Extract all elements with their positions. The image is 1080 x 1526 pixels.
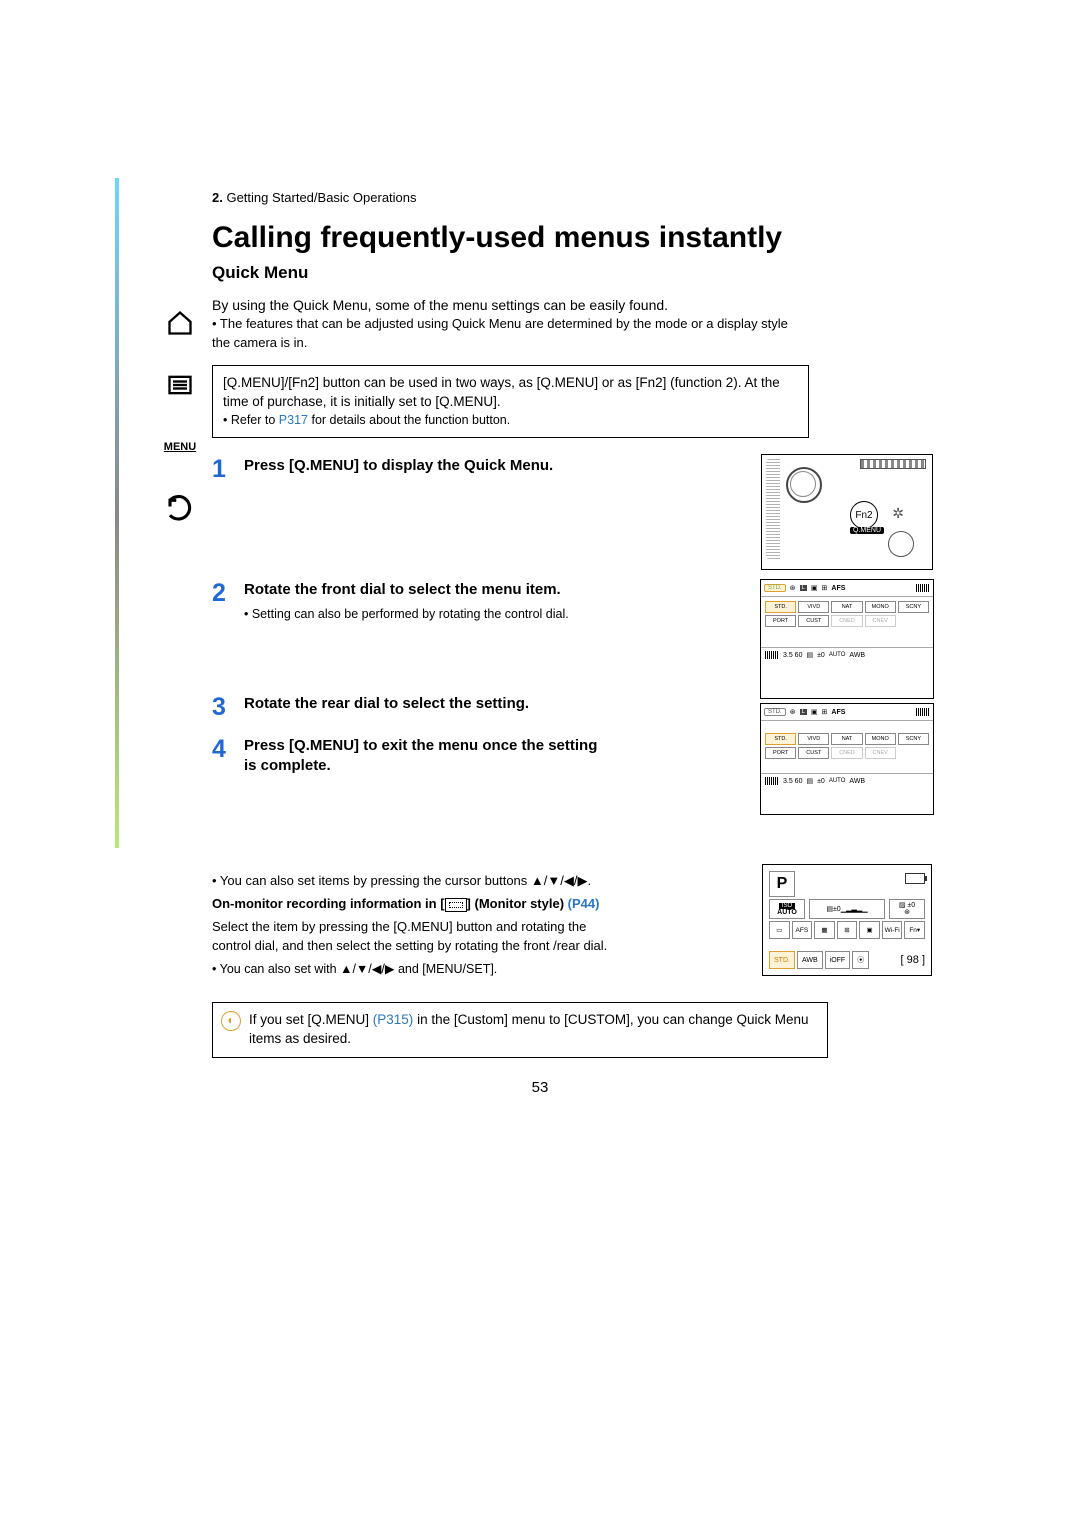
monitor-heading-pre: On-monitor recording information in [	[212, 896, 445, 911]
info-ref-prefix: • Refer to	[223, 413, 279, 427]
screen-diagram-settings: STD. ⊛L▣⊞ AFS STD. VIVD NAT MONO SCNY PO…	[760, 703, 934, 815]
lightbulb-icon: ◐	[221, 1011, 241, 1031]
step-3: 3 Rotate the rear dial to select the set…	[212, 694, 802, 722]
additional-info: • You can also set items by pressing the…	[212, 872, 617, 978]
info-ref-suffix: for details about the function button.	[308, 413, 510, 427]
step-2-note: • Setting can also be performed by rotat…	[244, 607, 802, 621]
intro-block: By using the Quick Menu, some of the men…	[212, 295, 802, 353]
tip-pre: If you set [Q.MENU]	[249, 1012, 373, 1027]
fn2-button-label: Fn2	[850, 501, 878, 529]
step-1: 1 Press [Q.MENU] to display the Quick Me…	[212, 456, 802, 566]
mode-p-icon: P	[769, 871, 795, 897]
qmenu-label: Q.MENU	[850, 527, 884, 534]
home-icon[interactable]	[157, 300, 203, 346]
step-4-number: 4	[212, 736, 234, 764]
breadcrumb-text: Getting Started/Basic Operations	[226, 190, 416, 205]
arrow-glyphs: ▲/▼/◀/▶	[531, 873, 588, 888]
step-1-number: 1	[212, 456, 234, 484]
monitor-style-icon	[445, 898, 467, 912]
step-1-title: Press [Q.MENU] to display the Quick Menu…	[244, 456, 624, 476]
page-number: 53	[0, 1079, 1080, 1096]
shots-remaining: 98	[907, 954, 919, 966]
page-ref-link-p317[interactable]: P317	[279, 413, 308, 427]
monitor-style-diagram: P ISO AUTO ▤ ±0 ▁▂▃▂▁ ▨ ±0 ⊛ ▭ AFS ▦ ⊞ ▣…	[762, 864, 932, 976]
screen-diagram-topitems: STD. ⊛L▣⊞ AFS STD. VIVD NAT MONO SCNY PO…	[760, 579, 934, 699]
style-grid-2: STD. VIVD NAT MONO SCNY PORT CUST CNED C…	[761, 729, 933, 763]
step-2-title: Rotate the front dial to select the menu…	[244, 580, 624, 600]
menuset-note-post: and [MENU/SET].	[394, 962, 497, 976]
step-2-number: 2	[212, 580, 234, 608]
page-ref-link-p44[interactable]: (P44)	[568, 896, 600, 911]
back-icon[interactable]	[157, 486, 203, 532]
step-3-number: 3	[212, 694, 234, 722]
camera-diagram: Fn2 Q.MENU ✲	[761, 454, 933, 570]
breadcrumb-number: 2.	[212, 190, 223, 205]
gear-icon: ✲	[892, 505, 904, 522]
intro-line: By using the Quick Menu, some of the men…	[212, 297, 668, 313]
step-3-title: Rotate the rear dial to select the setti…	[244, 694, 614, 714]
sd1-afs: AFS	[831, 585, 845, 592]
intro-bullet: • The features that can be adjusted usin…	[212, 315, 802, 353]
menuset-note-pre: • You can also set with	[212, 962, 340, 976]
breadcrumb: 2. Getting Started/Basic Operations	[212, 190, 802, 205]
list-icon[interactable]	[157, 362, 203, 408]
cursor-note-pre: • You can also set items by pressing the…	[212, 873, 531, 888]
step-4-title: Press [Q.MENU] to exit the menu once the…	[244, 736, 614, 777]
step-4: 4 Press [Q.MENU] to exit the menu once t…	[212, 736, 802, 777]
arrow-glyphs-2: ▲/▼/◀/▶	[340, 962, 394, 976]
page-subtitle: Quick Menu	[212, 263, 802, 283]
cursor-note-post: .	[587, 873, 591, 888]
page-title: Calling frequently-used menus instantly	[212, 221, 802, 255]
page-ref-link-p315[interactable]: (P315)	[373, 1012, 414, 1027]
sd1-highlight: STD.	[764, 584, 786, 592]
battery-icon	[905, 873, 925, 884]
monitor-heading-post: ] (Monitor style)	[467, 896, 568, 911]
steps-list: 1 Press [Q.MENU] to display the Quick Me…	[212, 456, 802, 776]
menu-button[interactable]: MENU	[157, 424, 203, 470]
step-2: 2 Rotate the front dial to select the me…	[212, 580, 802, 680]
sidebar-nav: MENU	[155, 300, 205, 532]
monitor-body: Select the item by pressing the [Q.MENU]…	[212, 918, 617, 956]
style-grid-1: STD. VIVD NAT MONO SCNY PORT CUST CNED C…	[761, 597, 933, 631]
info-box-line1: [Q.MENU]/[Fn2] button can be used in two…	[223, 374, 798, 412]
decorative-side-stripe	[115, 178, 119, 848]
info-box: [Q.MENU]/[Fn2] button can be used in two…	[212, 365, 809, 438]
tip-box: ◐ If you set [Q.MENU] (P315) in the [Cus…	[212, 1002, 828, 1058]
